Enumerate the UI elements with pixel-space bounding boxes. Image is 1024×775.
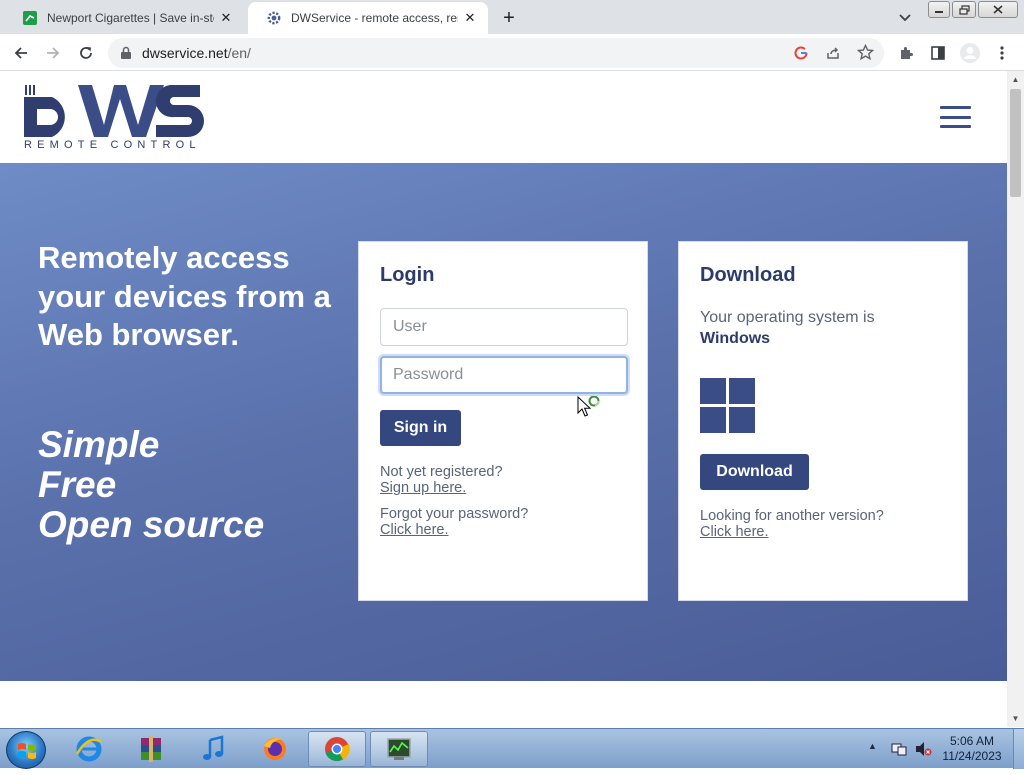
gear-icon [266, 10, 282, 26]
login-card: Login User Password Sign in Not yet regi… [358, 241, 648, 601]
task-manager-icon[interactable] [370, 731, 428, 767]
site-header: REMOTE CONTROL [0, 71, 1007, 163]
tagline-simple: Simple [38, 424, 160, 465]
tab-dwservice[interactable]: DWService - remote access, rem ✕ [248, 2, 488, 34]
scroll-up-arrow-icon[interactable]: ▲ [1007, 71, 1024, 88]
download-button[interactable]: Download [700, 454, 809, 490]
network-icon[interactable] [890, 740, 908, 763]
windows-logo-icon [700, 378, 756, 434]
tab-title: Newport Cigarettes | Save in-sto [47, 11, 214, 25]
restore-button[interactable] [952, 1, 976, 18]
itunes-icon[interactable] [184, 731, 242, 767]
forgot-password-prompt: Forgot your password? Click here. [380, 506, 528, 538]
browser-tab-strip: Newport Cigarettes | Save in-sto ✕ DWSer… [0, 0, 1024, 34]
tagline-open-source: Open source [38, 504, 265, 545]
browser-toolbar: dwservice.net/en/ [0, 34, 1024, 71]
close-tab-icon[interactable]: ✕ [462, 10, 478, 26]
hero-section: Remotely access your devices from a Web … [0, 163, 1007, 681]
reload-icon[interactable] [73, 40, 99, 66]
user-input[interactable]: User [380, 308, 628, 346]
other-version-link[interactable]: Click here. [700, 524, 884, 540]
close-window-button[interactable] [978, 1, 1018, 18]
share-icon[interactable] [825, 45, 841, 66]
forgot-prompt-text: Forgot your password? [380, 506, 529, 522]
clock-time: 5:06 AM [949, 734, 995, 748]
os-name: Windows [700, 330, 771, 347]
sign-up-link[interactable]: Sign up here. [380, 480, 503, 496]
menu-dots-icon[interactable] [989, 40, 1015, 66]
password-input[interactable]: Password [380, 356, 628, 394]
start-button[interactable] [6, 731, 46, 769]
tray-expand-icon[interactable]: ▲ [868, 741, 877, 751]
os-prefix: Your operating system is [700, 309, 875, 326]
clock-date: 11/24/2023 [942, 749, 1002, 763]
chevron-down-icon[interactable] [893, 8, 917, 28]
url-domain: dwservice.net [142, 45, 228, 61]
system-clock[interactable]: 5:06 AM 11/24/2023 [935, 734, 1009, 764]
close-tab-icon[interactable]: ✕ [218, 10, 234, 26]
page-lower-section [0, 681, 1007, 727]
vertical-scrollbar[interactable]: ▲ ▼ [1007, 71, 1024, 727]
windows-taskbar: ▲ 5:06 AM 11/24/2023 [0, 728, 1024, 769]
tab-title: DWService - remote access, rem [291, 11, 458, 25]
login-title: Login [380, 264, 435, 286]
other-version-text: Looking for another version? [700, 508, 884, 524]
os-detection-text: Your operating system is Windows [700, 307, 875, 349]
extensions-puzzle-icon[interactable] [893, 40, 919, 66]
google-lens-icon[interactable] [793, 45, 809, 66]
forward-arrow-icon[interactable] [40, 40, 66, 66]
show-desktop-button[interactable] [1013, 729, 1024, 769]
volume-muted-icon[interactable] [914, 740, 932, 763]
logo-subtitle: REMOTE CONTROL [24, 139, 201, 151]
profile-avatar-icon[interactable] [957, 40, 983, 66]
download-title: Download [700, 264, 796, 286]
hero-taglines: Simple Free Open source [38, 425, 338, 545]
winrar-icon[interactable] [122, 731, 180, 767]
tagline-free: Free [38, 464, 117, 505]
download-card: Download Your operating system is Window… [678, 241, 968, 601]
scroll-down-arrow-icon[interactable]: ▼ [1007, 710, 1024, 727]
forgot-password-link[interactable]: Click here. [380, 522, 528, 538]
register-prompt-text: Not yet registered? [380, 464, 503, 480]
back-arrow-icon[interactable] [8, 40, 34, 66]
chrome-icon[interactable] [308, 731, 366, 767]
register-prompt: Not yet registered? Sign up here. [380, 464, 503, 496]
other-version-prompt: Looking for another version? Click here. [700, 508, 884, 540]
url-text: dwservice.net/en/ [142, 45, 251, 61]
busy-cursor-icon [577, 395, 607, 420]
side-panel-icon[interactable] [925, 40, 951, 66]
hamburger-menu-icon[interactable] [940, 106, 971, 128]
minimize-button[interactable] [928, 1, 950, 18]
scrollbar-thumb[interactable] [1010, 89, 1021, 197]
firefox-icon[interactable] [246, 731, 304, 767]
bookmark-star-icon[interactable] [856, 43, 875, 66]
hero-title: Remotely access your devices from a Web … [38, 240, 331, 352]
new-tab-button[interactable]: + [497, 6, 521, 30]
sign-in-button[interactable]: Sign in [380, 410, 461, 446]
address-bar[interactable]: dwservice.net/en/ [108, 38, 884, 68]
url-path: /en/ [227, 45, 251, 61]
internet-explorer-icon[interactable] [60, 731, 118, 767]
web-page: REMOTE CONTROL Remotely access your devi… [0, 71, 1007, 727]
newport-favicon-icon [22, 10, 38, 26]
tab-newport[interactable]: Newport Cigarettes | Save in-sto ✕ [4, 2, 244, 34]
lock-icon[interactable] [120, 46, 132, 65]
